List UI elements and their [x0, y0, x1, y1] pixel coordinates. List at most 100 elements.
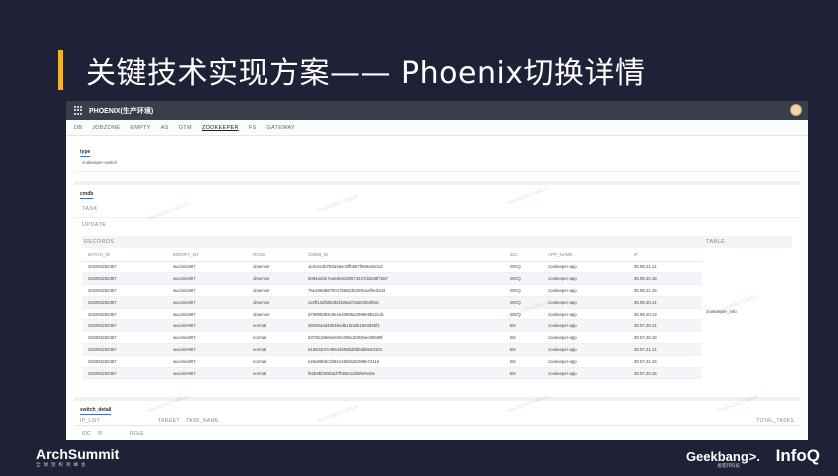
table-cell: e26a98b8c2b84145b8150288e74116 [302, 355, 504, 368]
records-header: RECORDS TABLE [82, 236, 792, 248]
table-cell: zookeeper-app [542, 331, 628, 345]
switch-detail-label: switch_detail [80, 407, 112, 413]
table-cell: wucimin807 [167, 319, 247, 333]
table-cell: 30.07.21.14 [628, 343, 702, 356]
table-cell: wucimin807 [167, 355, 247, 368]
app-grid-icon[interactable] [74, 106, 83, 115]
table-label: TABLE [706, 239, 726, 245]
table-cell: WGQ [504, 272, 542, 286]
table-cell: 201903292357 [82, 296, 167, 309]
geekbang-subtitle: 极客邦科技 [717, 463, 741, 468]
tab-zookeeper[interactable]: ZOOKEEPER [202, 125, 239, 131]
table-cell: 201903292357 [82, 355, 167, 368]
app-header: PHOENIX(生产环境) [66, 101, 808, 120]
cmdb-section-label: cmdb [80, 191, 94, 197]
archsummit-logo: ArchSummit [36, 446, 120, 462]
table-cell: wucimin807 [167, 343, 247, 356]
task-name-label: TASK_NAME [186, 418, 219, 424]
ip-list-label: IP_LIST [80, 418, 101, 424]
tab-empty[interactable]: EMPTY [130, 125, 150, 131]
table-cell: 1e4c6c4b783a46ec9ffb957f956e8201d [302, 261, 504, 274]
tab-jobzone[interactable]: JOBZONE [92, 125, 120, 131]
tab-gateway[interactable]: GATEWAY [266, 125, 295, 131]
watermark: liuyuhui001-190513 [146, 201, 190, 223]
tab-fs[interactable]: FS [249, 125, 257, 131]
switch-detail-header: IP_LIST TARGET TASK_NAME TOTAL_TASKS [74, 417, 800, 426]
table-cell: zookeeper-app [542, 284, 628, 297]
tab-as[interactable]: AS [161, 125, 169, 131]
col-ip: IP [628, 249, 702, 262]
table-row[interactable]: 201903292357 wucimin807 observer d76988383c… [82, 308, 702, 321]
geekbang-logo: Geekbang>. [685, 449, 760, 464]
table-cell: zookeeper-app [542, 296, 628, 309]
table-cell: 30.99.20.13 [628, 308, 702, 321]
table-cell: normal [247, 319, 302, 333]
table-cell: 61550207e48544b98bd5bbdd8e83101 [302, 343, 504, 356]
table-cell: 30.07.20.15 [628, 367, 702, 380]
table-cell: zookeeper-app [542, 319, 628, 333]
table-cell: zookeeper-app [542, 272, 628, 286]
table-cell: 6084a2de7ea6de6180674227d1849f7a57 [302, 272, 504, 286]
table-cell: 201903292357 [82, 261, 167, 274]
table-row[interactable]: 201903292357 wucimin807 normal e26a98b8c2b8… [82, 355, 702, 368]
table-cell: normal [247, 367, 302, 380]
col-cmdb-id: CMDB_ID [302, 249, 504, 262]
table-cell: 30.99.21.14 [628, 261, 702, 274]
table-cell: wucimin807 [167, 331, 247, 345]
col-role: ROLE [247, 249, 302, 262]
table-cell: zookeeper-app [542, 355, 628, 368]
table-cell: 30.07.20.14 [628, 319, 702, 333]
table-row[interactable]: 201903292357 wucimin807 normal 5373b198ebe9… [82, 331, 702, 345]
table-cell: f52b9bf269b4d7fb6561d26f6e542e [302, 367, 504, 380]
target-label: TARGET [158, 418, 180, 424]
tab-bar: DB JOBZONE EMPTY AS GTM ZOOKEEPER FS GAT… [66, 120, 808, 136]
table-cell: WGQ [504, 284, 542, 297]
table-cell: wucimin807 [167, 308, 247, 321]
table-cell: 39035a4d48549edb1fa3d618e0d56f1 [302, 319, 504, 333]
col-batch-id: BATCH_ID [82, 249, 167, 262]
table-cell: wucimin807 [167, 284, 247, 297]
table-cell: zookeeper-app [542, 343, 628, 356]
table-row[interactable]: 201903292357 wucimin807 observer 6084a2de7e… [82, 272, 702, 286]
table-cell: observer [247, 284, 302, 297]
table-cell: wucimin807 [167, 367, 247, 380]
table-cell: normal [247, 331, 302, 345]
idc-label: IDC [82, 431, 91, 437]
app-window: PHOENIX(生产环境) DB JOBZONE EMPTY AS GTM ZO… [66, 101, 808, 440]
table-row[interactable]: 201903292357 wucimin807 observer 1e4c6c4b78… [82, 261, 702, 274]
tab-db[interactable]: DB [74, 125, 82, 131]
table-cell: 30.07.21.15 [628, 355, 702, 368]
table-cell: observer [247, 308, 302, 321]
table-cell: 5373b198ebe945c096c2004bec86599f [302, 331, 504, 345]
table-cell: 30.07.20.18 [628, 331, 702, 345]
table-row[interactable]: 201903292357 wucimin807 normal f52b9bf269b4… [82, 367, 702, 380]
table-cell: BX [504, 331, 542, 345]
table-cell: zookeeper-app [542, 308, 628, 321]
title-accent-bar [58, 50, 63, 90]
user-avatar[interactable] [790, 104, 802, 116]
table-cell: 201903292357 [82, 272, 167, 286]
records-table: BATCH_ID MODIFY_BY ROLE CMDB_ID IDC APP_… [82, 249, 702, 380]
table-cell: observer [247, 296, 302, 309]
table-cell: 30.99.21.15 [628, 284, 702, 297]
horizontal-scrollbar[interactable] [74, 181, 800, 185]
table-row[interactable]: 201903292357 wucimin807 normal 61550207e485… [82, 343, 702, 356]
table-cell: WGQ [504, 261, 542, 274]
table-header-row: BATCH_ID MODIFY_BY ROLE CMDB_ID IDC APP_… [82, 249, 702, 262]
table-row[interactable]: 201903292357 wucimin807 normal 39035a4d4854… [82, 319, 702, 333]
ip-label: IP [98, 431, 103, 437]
type-value: zookeeper-switch [82, 160, 118, 165]
table-cell: wucimin807 [167, 261, 247, 274]
table-cell: BX [504, 319, 542, 333]
tab-gtm[interactable]: GTM [179, 125, 192, 131]
table-cell: normal [247, 343, 302, 356]
table-row[interactable]: 201903292357 wucimin807 observer ce0ff132fb… [82, 296, 702, 309]
table-row[interactable]: 201903292357 wucimin807 observer 76e289d697… [82, 284, 702, 297]
table-cell: 201903292357 [82, 308, 167, 321]
table-cell: observer [247, 261, 302, 274]
col-app-name: APP_NAME [542, 249, 628, 262]
table-cell: zookeeper-app [542, 367, 628, 380]
watermark: liuyuhui001-190513 [316, 193, 360, 215]
table-cell: observer [247, 272, 302, 286]
table-cell: 201903292357 [82, 367, 167, 380]
